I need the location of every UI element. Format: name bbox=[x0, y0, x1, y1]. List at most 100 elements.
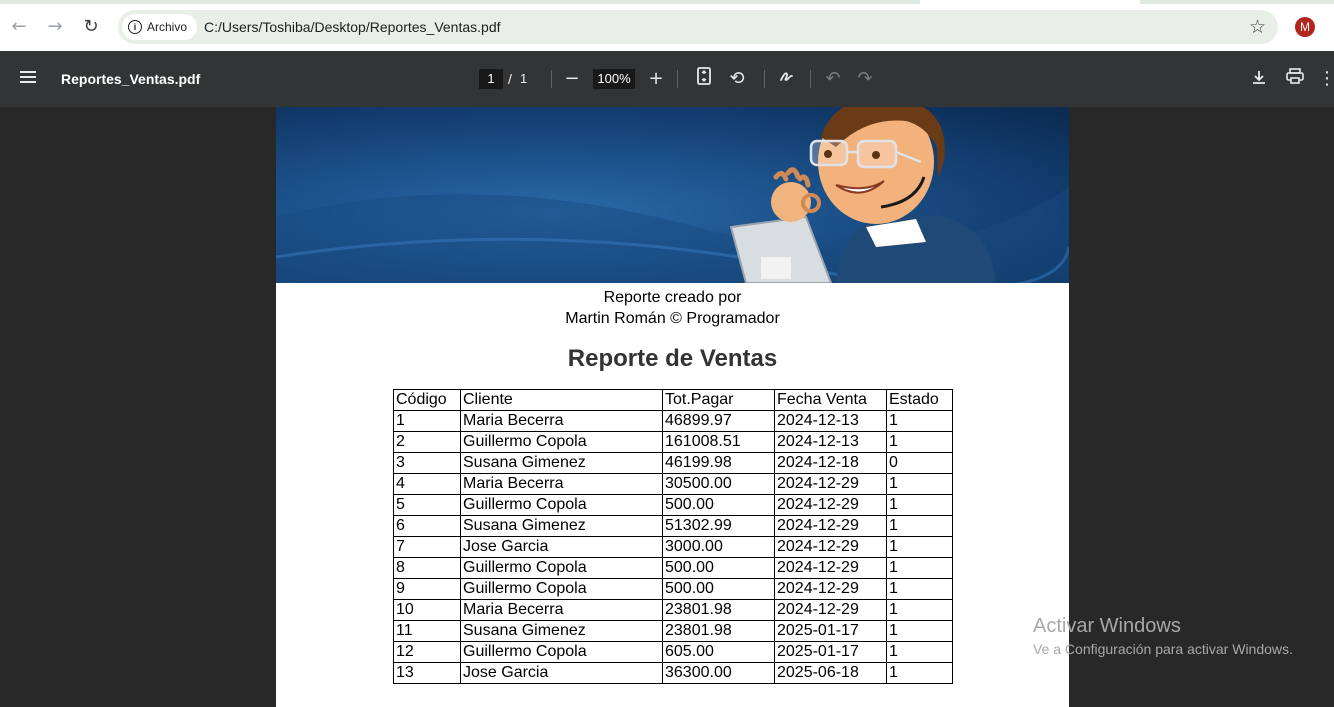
table-row: 2 Guillermo Copola 161008.51 2024-12-13 1 bbox=[393, 431, 953, 453]
redo-icon[interactable]: ↷ bbox=[853, 67, 877, 91]
rotate-icon[interactable]: ⟲ bbox=[725, 67, 749, 91]
zoom-level-input[interactable]: 100% bbox=[593, 69, 635, 89]
toolbar-divider bbox=[551, 70, 552, 88]
table-cell: 5 bbox=[393, 494, 461, 516]
table-cell: 23801.98 bbox=[662, 620, 775, 642]
report-credit-line2: Martin Román © Programador bbox=[565, 310, 780, 327]
pdf-file-name: Reportes_Ventas.pdf bbox=[61, 71, 201, 87]
page-separator: / bbox=[508, 71, 512, 87]
table-cell: 6 bbox=[393, 515, 461, 537]
table-cell: 2024-12-29 bbox=[774, 494, 887, 516]
table-cell: Susana Gimenez bbox=[460, 515, 663, 537]
table-cell: Maria Becerra bbox=[460, 473, 663, 495]
programmer-illustration bbox=[276, 107, 1069, 283]
table-cell: 2024-12-29 bbox=[774, 473, 887, 495]
site-info-label: Archivo bbox=[147, 20, 188, 34]
table-cell: 3000.00 bbox=[662, 536, 775, 558]
table-cell: Guillermo Copola bbox=[460, 578, 663, 600]
table-cell: 1 bbox=[886, 662, 953, 684]
active-tab-edge[interactable] bbox=[920, 0, 1140, 4]
table-cell: Maria Becerra bbox=[460, 599, 663, 621]
table-cell: 2024-12-29 bbox=[774, 557, 887, 579]
undo-icon[interactable]: ↶ bbox=[821, 67, 845, 91]
table-cell: Jose Garcia bbox=[460, 536, 663, 558]
table-cell: 2024-12-29 bbox=[774, 578, 887, 600]
table-cell: 11 bbox=[393, 620, 461, 642]
table-cell: 2024-12-13 bbox=[774, 431, 887, 453]
table-cell: 51302.99 bbox=[662, 515, 775, 537]
forward-button[interactable]: → bbox=[43, 15, 67, 39]
table-cell: 1 bbox=[886, 536, 953, 558]
table-cell: 1 bbox=[886, 431, 953, 453]
table-cell: Guillermo Copola bbox=[460, 641, 663, 663]
table-cell: 605.00 bbox=[662, 641, 775, 663]
table-cell: 1 bbox=[886, 641, 953, 663]
table-row: 3 Susana Gimenez 46199.98 2024-12-18 0 bbox=[393, 452, 953, 474]
table-cell: 500.00 bbox=[662, 557, 775, 579]
zoom-in-icon[interactable]: + bbox=[644, 67, 668, 91]
annotate-pen-icon[interactable] bbox=[775, 67, 799, 91]
column-header: Tot.Pagar bbox=[662, 389, 775, 411]
table-cell: 13 bbox=[393, 662, 461, 684]
column-header: Estado bbox=[886, 389, 953, 411]
table-row: 8 Guillermo Copola 500.00 2024-12-29 1 bbox=[393, 557, 953, 579]
table-cell: 46199.98 bbox=[662, 452, 775, 474]
windows-activation-watermark: Activar Windows Ve a Configuración para … bbox=[1033, 615, 1293, 657]
table-row: 10 Maria Becerra 23801.98 2024-12-29 1 bbox=[393, 599, 953, 621]
url-text[interactable]: C:/Users/Toshiba/Desktop/Reportes_Ventas… bbox=[204, 10, 501, 44]
table-cell: 4 bbox=[393, 473, 461, 495]
table-cell: 2024-12-29 bbox=[774, 599, 887, 621]
table-row: 13 Jose Garcia 36300.00 2025-06-18 1 bbox=[393, 662, 953, 684]
table-row: 4 Maria Becerra 30500.00 2024-12-29 1 bbox=[393, 473, 953, 495]
table-cell: 0 bbox=[886, 452, 953, 474]
browser-toolbar: ← → ↻ i Archivo C:/Users/Toshiba/Desktop… bbox=[0, 0, 1334, 51]
table-cell: 500.00 bbox=[662, 578, 775, 600]
toolbar-divider bbox=[677, 70, 678, 88]
table-cell: 2025-01-17 bbox=[774, 641, 887, 663]
zoom-out-icon[interactable]: − bbox=[560, 67, 584, 91]
watermark-subtitle: Ve a Configuración para activar Windows. bbox=[1033, 641, 1293, 657]
table-cell: 1 bbox=[886, 410, 953, 432]
page-number-input[interactable]: 1 bbox=[479, 69, 503, 89]
table-row: 12 Guillermo Copola 605.00 2025-01-17 1 bbox=[393, 641, 953, 663]
table-cell: 2024-12-29 bbox=[774, 536, 887, 558]
print-icon[interactable] bbox=[1283, 67, 1307, 91]
sales-table: Código Cliente Tot.Pagar Fecha Venta Est… bbox=[393, 389, 953, 684]
table-row: 9 Guillermo Copola 500.00 2024-12-29 1 bbox=[393, 578, 953, 600]
table-cell: Maria Becerra bbox=[460, 410, 663, 432]
table-header-row: Código Cliente Tot.Pagar Fecha Venta Est… bbox=[393, 389, 953, 411]
table-cell: 1 bbox=[886, 620, 953, 642]
toolbar-divider bbox=[764, 70, 765, 88]
table-cell: 1 bbox=[886, 557, 953, 579]
back-button[interactable]: ← bbox=[7, 15, 31, 39]
menu-icon[interactable] bbox=[20, 71, 36, 83]
table-row: 1 Maria Becerra 46899.97 2024-12-13 1 bbox=[393, 410, 953, 432]
table-cell: 2024-12-13 bbox=[774, 410, 887, 432]
table-cell: 2025-06-18 bbox=[774, 662, 887, 684]
column-header: Código bbox=[393, 389, 461, 411]
profile-avatar[interactable]: M bbox=[1295, 17, 1315, 37]
table-cell: 161008.51 bbox=[662, 431, 775, 453]
column-header: Fecha Venta bbox=[774, 389, 887, 411]
reload-button[interactable]: ↻ bbox=[79, 15, 103, 39]
toolbar-divider bbox=[810, 70, 811, 88]
table-cell: Guillermo Copola bbox=[460, 557, 663, 579]
table-cell: 3 bbox=[393, 452, 461, 474]
table-cell: 1 bbox=[886, 515, 953, 537]
site-info-chip[interactable]: i Archivo bbox=[122, 14, 198, 40]
page-total: 1 bbox=[520, 71, 528, 86]
tab-strip bbox=[0, 0, 1334, 4]
more-options-icon[interactable]: ⋮ bbox=[1318, 67, 1334, 91]
table-cell: 2025-01-17 bbox=[774, 620, 887, 642]
pdf-toolbar: Reportes_Ventas.pdf 1 / 1 − 100% + ⟲ ↶ ↷… bbox=[0, 51, 1334, 107]
fit-page-icon[interactable] bbox=[692, 67, 716, 91]
header-banner-image bbox=[276, 107, 1069, 283]
table-cell: 2024-12-18 bbox=[774, 452, 887, 474]
address-bar[interactable]: i Archivo C:/Users/Toshiba/Desktop/Repor… bbox=[118, 10, 1278, 44]
table-cell: 500.00 bbox=[662, 494, 775, 516]
table-cell: 30500.00 bbox=[662, 473, 775, 495]
table-cell: 12 bbox=[393, 641, 461, 663]
download-icon[interactable] bbox=[1247, 67, 1271, 91]
bookmark-star-icon[interactable]: ☆ bbox=[1249, 10, 1266, 44]
table-row: 5 Guillermo Copola 500.00 2024-12-29 1 bbox=[393, 494, 953, 516]
